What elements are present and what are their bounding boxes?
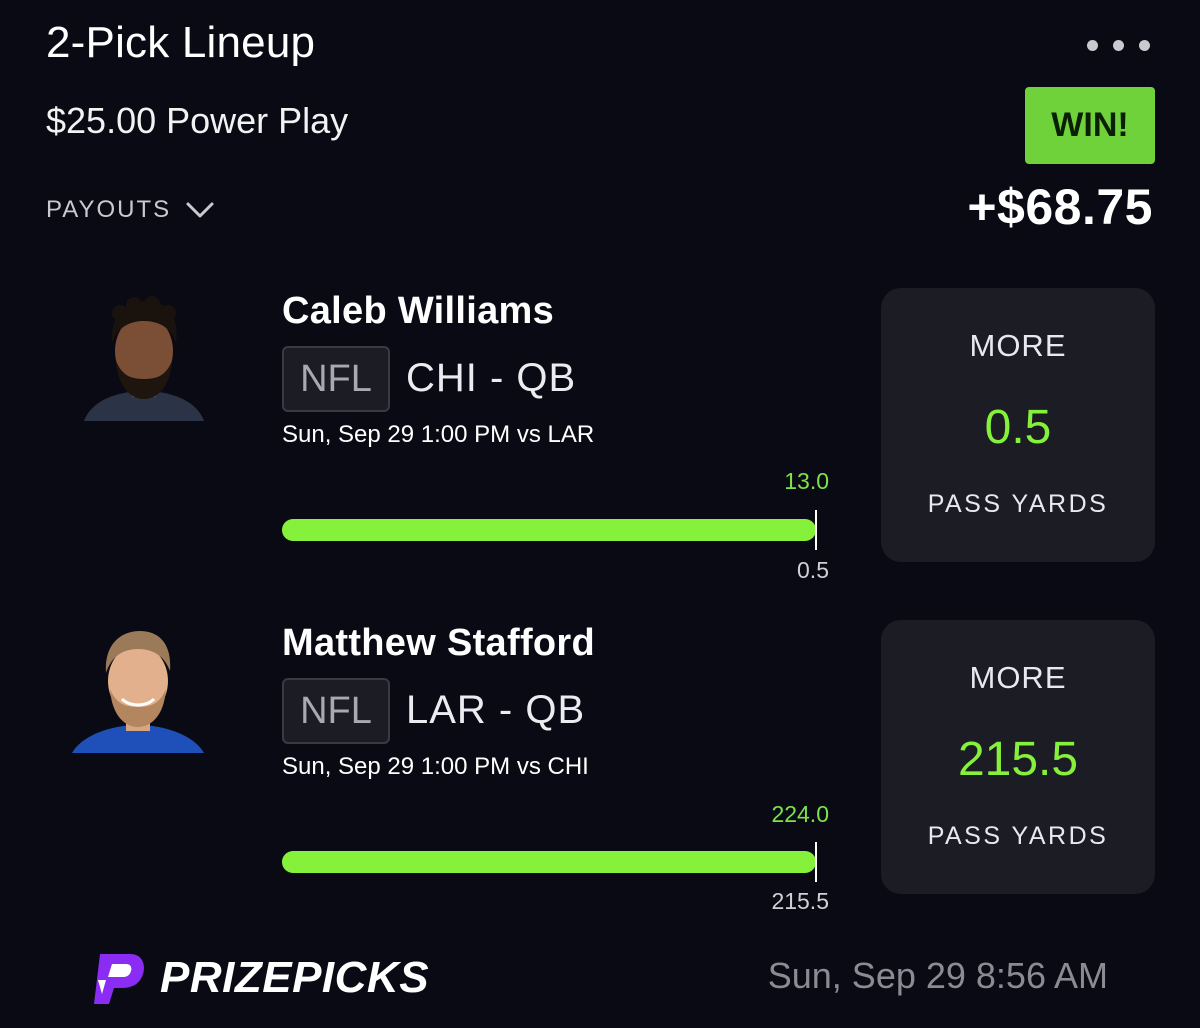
- prizepicks-logo-icon: [94, 954, 144, 1004]
- line-value: 0.5: [797, 557, 829, 583]
- payouts-label: PAYOUTS: [46, 196, 172, 223]
- winnings-amount: +$68.75: [967, 179, 1153, 235]
- game-time: Sun, Sep 29 1:00 PM vs CHI: [282, 753, 589, 780]
- progress-fill: [282, 851, 816, 873]
- player-avatar: [72, 627, 204, 753]
- player-avatar: [84, 295, 204, 421]
- line-marker: [815, 842, 817, 882]
- stat-type: PASS YARDS: [927, 490, 1109, 518]
- pick-card[interactable]: MORE 215.5 PASS YARDS: [881, 620, 1155, 894]
- chevron-down-icon: [186, 202, 214, 218]
- team-position: LAR - QB: [406, 688, 586, 732]
- league-badge: NFL: [282, 346, 390, 412]
- more-dots-icon: [1087, 40, 1098, 51]
- projection-line: 0.5: [984, 401, 1052, 454]
- progress-bar: [282, 519, 816, 541]
- more-options-button[interactable]: [1087, 40, 1150, 51]
- entry-type: $25.00 Power Play: [46, 100, 349, 141]
- progress-fill: [282, 519, 816, 541]
- lineup-title: 2-Pick Lineup: [46, 18, 316, 67]
- stat-type: PASS YARDS: [927, 822, 1109, 850]
- actual-stat-value: 13.0: [784, 468, 829, 494]
- payouts-toggle[interactable]: PAYOUTS: [46, 196, 215, 224]
- pick-card[interactable]: MORE 0.5 PASS YARDS: [881, 288, 1155, 562]
- league-badge: NFL: [282, 678, 390, 744]
- player-name: Matthew Stafford: [282, 622, 596, 664]
- projection-line: 215.5: [957, 733, 1079, 786]
- line-value: 215.5: [771, 888, 829, 914]
- result-badge: WIN!: [1025, 87, 1155, 164]
- player-name: Caleb Williams: [282, 290, 555, 332]
- line-marker: [815, 510, 817, 550]
- timestamp: Sun, Sep 29 8:56 AM: [767, 955, 1108, 996]
- game-time: Sun, Sep 29 1:00 PM vs LAR: [282, 421, 595, 448]
- player-headshot-icon: [72, 631, 204, 753]
- progress-bar: [282, 851, 816, 873]
- brand-logo: PRIZEPICKS: [90, 950, 429, 1006]
- brand-name: PRIZEPICKS: [160, 953, 430, 1002]
- actual-stat-value: 224.0: [771, 801, 829, 827]
- pick-direction: MORE: [969, 660, 1067, 695]
- pick-direction: MORE: [969, 328, 1067, 363]
- team-position: CHI - QB: [406, 356, 577, 400]
- player-headshot-icon: [84, 296, 204, 421]
